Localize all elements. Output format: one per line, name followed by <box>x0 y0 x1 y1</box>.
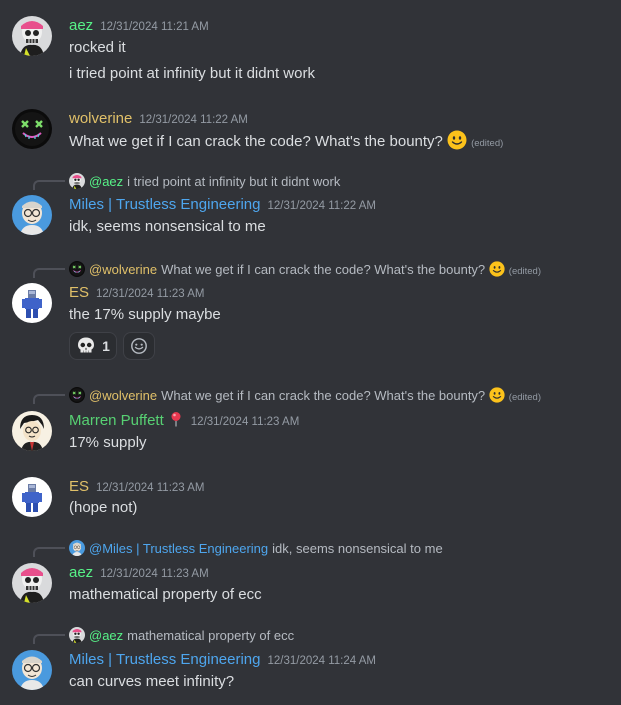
avatar[interactable] <box>12 16 52 56</box>
avatar[interactable] <box>12 411 52 451</box>
reply-spine <box>33 547 65 557</box>
reply-username[interactable]: @wolverine <box>89 388 157 403</box>
message-header: Miles | Trustless Engineering 12/31/2024 … <box>69 650 376 670</box>
avatar[interactable] <box>12 477 52 517</box>
reply-spine <box>33 268 65 278</box>
timestamp: 12/31/2024 11:23 AM <box>190 416 300 428</box>
reply-text: i tried point at infinity but it didnt w… <box>127 174 341 189</box>
reply-avatar <box>69 627 85 643</box>
message-header: ES 12/31/2024 11:23 AM <box>69 477 205 497</box>
reply-username[interactable]: @wolverine <box>89 262 157 277</box>
timestamp: 12/31/2024 11:22 AM <box>267 200 376 212</box>
username[interactable]: wolverine <box>69 110 132 127</box>
reply-spine <box>33 394 65 404</box>
message-text: idk, seems nonsensical to me <box>69 218 266 235</box>
reply-text: idk, seems nonsensical to me <box>272 541 443 556</box>
avatar[interactable] <box>12 563 52 603</box>
skull-icon <box>76 336 96 356</box>
message-text: can curves meet infinity? <box>69 673 235 690</box>
reaction-skull[interactable]: 1 <box>69 332 117 360</box>
username[interactable]: Marren Puffett <box>69 412 164 429</box>
message-text: i tried point at infinity but it didnt w… <box>69 65 315 82</box>
avatar[interactable] <box>12 109 52 149</box>
reply-spine <box>33 634 65 644</box>
reply-preview[interactable]: @aez i tried point at infinity but it did… <box>69 173 340 191</box>
reply-preview[interactable]: @wolverine What we get if I can crack the… <box>69 261 541 279</box>
reply-avatar <box>69 387 85 403</box>
message-text: rocked it <box>69 39 126 56</box>
reply-preview[interactable]: @Miles | Trustless Engineering idk, seems… <box>69 540 443 558</box>
slightly-smiling-face-icon <box>447 130 467 150</box>
message-text: the 17% supply maybe <box>69 306 221 323</box>
add-reaction-icon <box>131 338 147 354</box>
reply-text: What we get if I can crack the code? Wha… <box>161 388 486 403</box>
message-header: aez 12/31/2024 11:23 AM <box>69 563 209 583</box>
reply-spine <box>33 180 65 190</box>
message-header: Miles | Trustless Engineering 12/31/2024 … <box>69 195 376 215</box>
edited-label: (edited) <box>508 392 542 403</box>
avatar[interactable] <box>12 195 52 235</box>
reply-avatar <box>69 173 85 189</box>
edited-label: (edited) <box>471 138 504 149</box>
avatar[interactable] <box>12 283 52 323</box>
slightly-smiling-face-icon <box>489 387 505 403</box>
reply-text: What we get if I can crack the code? Wha… <box>161 262 486 277</box>
reply-username[interactable]: @Miles | Trustless Engineering <box>89 541 268 556</box>
message-header: Marren Puffett 12/31/2024 11:23 AM <box>69 411 299 431</box>
timestamp: 12/31/2024 11:23 AM <box>100 568 209 580</box>
avatar[interactable] <box>12 650 52 690</box>
message-text: What we get if I can crack the code? Wha… <box>69 130 503 154</box>
reply-username[interactable]: @aez <box>89 628 123 643</box>
message-text: (hope not) <box>69 499 138 516</box>
reply-preview[interactable]: @aez mathematical property of ecc <box>69 627 294 645</box>
username[interactable]: Miles | Trustless Engineering <box>69 196 260 213</box>
reaction-count: 1 <box>102 338 110 354</box>
timestamp: 12/31/2024 11:23 AM <box>96 482 205 494</box>
message-text: mathematical property of ecc <box>69 586 262 603</box>
username[interactable]: ES <box>69 284 89 301</box>
edited-label: (edited) <box>508 266 542 277</box>
pushpin-icon <box>171 412 181 427</box>
timestamp: 12/31/2024 11:21 AM <box>100 21 209 33</box>
add-reaction-button[interactable] <box>123 332 155 360</box>
reply-preview[interactable]: @wolverine What we get if I can crack the… <box>69 387 541 405</box>
message-body: What we get if I can crack the code? Wha… <box>69 133 443 150</box>
reply-avatar <box>69 540 85 556</box>
reply-text: mathematical property of ecc <box>127 628 295 643</box>
message-header: wolverine 12/31/2024 11:22 AM <box>69 109 248 129</box>
username[interactable]: Miles | Trustless Engineering <box>69 651 260 668</box>
username[interactable]: aez <box>69 564 93 581</box>
username[interactable]: aez <box>69 17 93 34</box>
timestamp: 12/31/2024 11:24 AM <box>267 655 376 667</box>
reply-username[interactable]: @aez <box>89 174 123 189</box>
reply-avatar <box>69 261 85 277</box>
message-header: aez 12/31/2024 11:21 AM <box>69 16 209 36</box>
message-header: ES 12/31/2024 11:23 AM <box>69 283 205 303</box>
username[interactable]: ES <box>69 478 89 495</box>
timestamp: 12/31/2024 11:22 AM <box>139 114 248 126</box>
slightly-smiling-face-icon <box>489 261 505 277</box>
message-text: 17% supply <box>69 434 147 451</box>
timestamp: 12/31/2024 11:23 AM <box>96 288 205 300</box>
